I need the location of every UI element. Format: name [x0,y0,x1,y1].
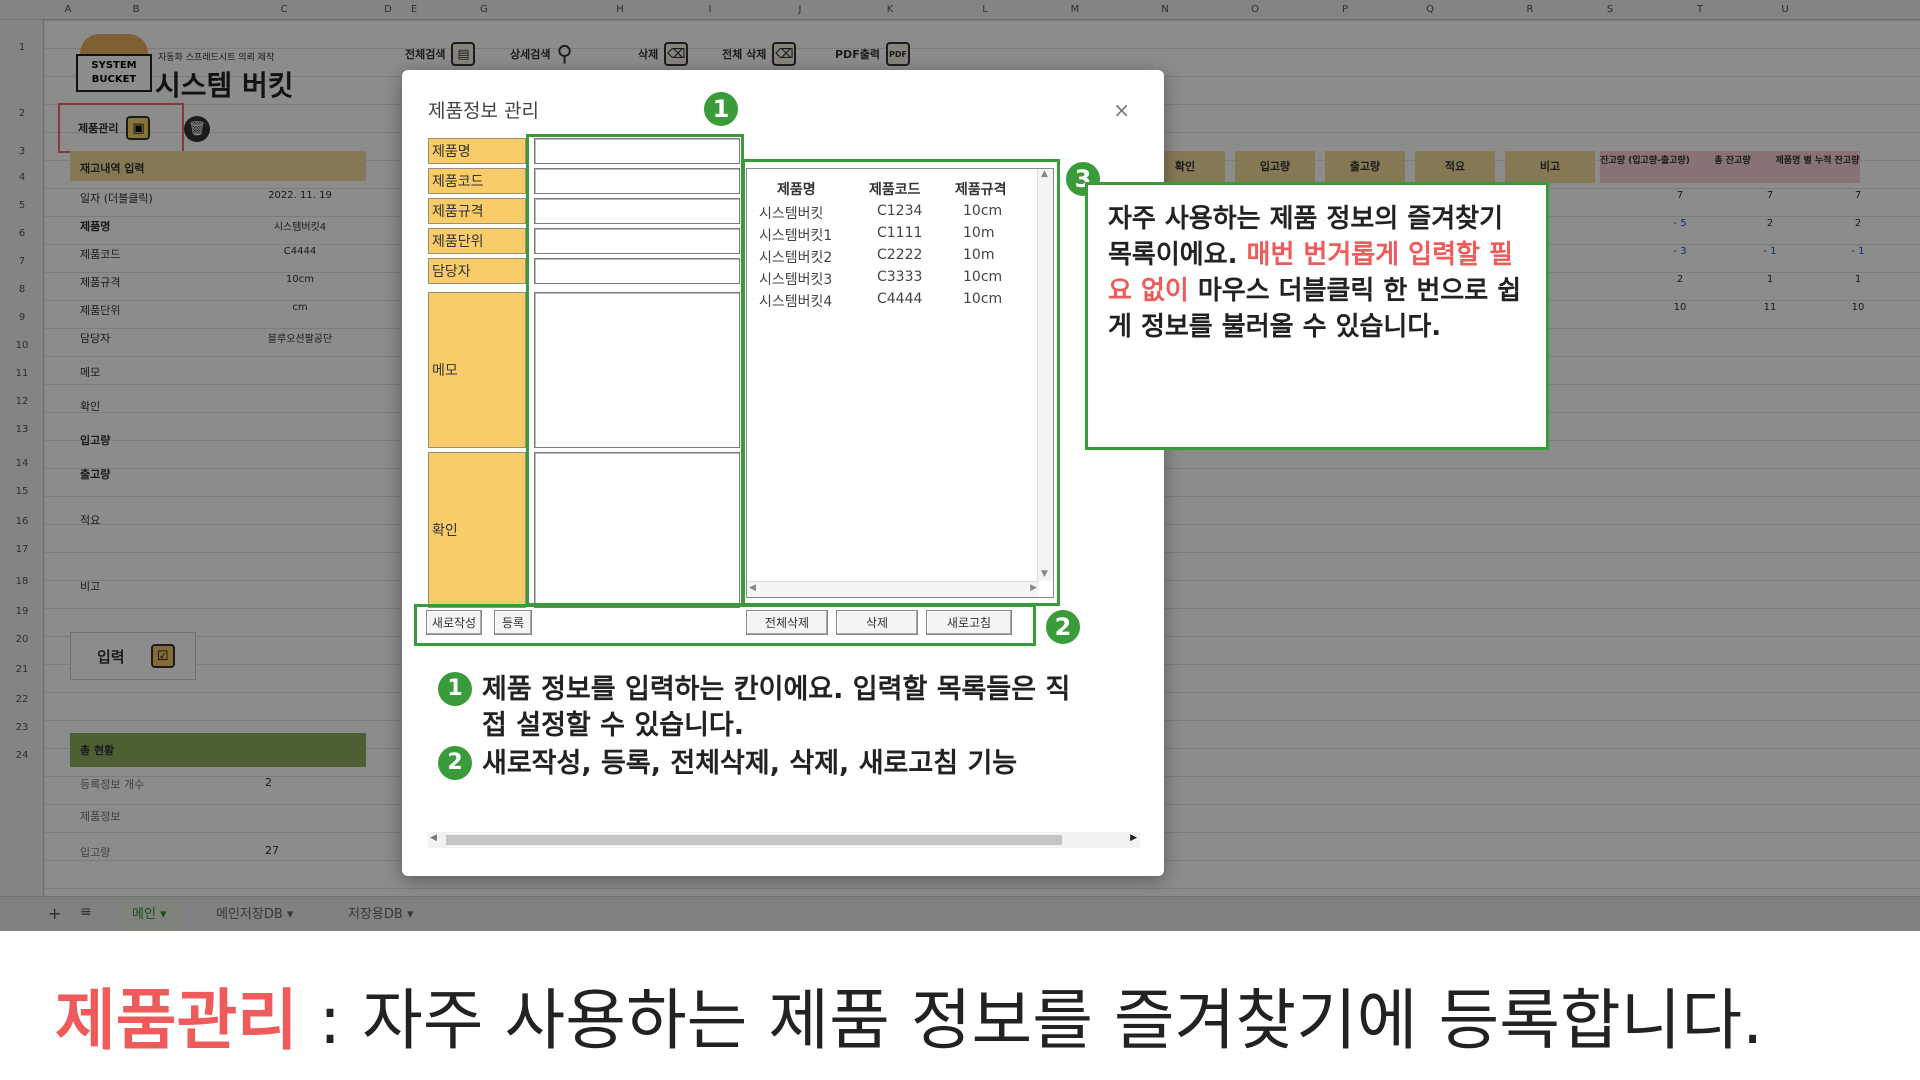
note-1-text: 제품 정보를 입력하는 칸이에요. 입력할 목록들은 직접 설정할 수 있습니다… [482,674,1071,741]
number-badge: 1 [702,90,740,128]
field-label: 제품규격 [428,198,526,224]
field-label: 제품코드 [428,168,526,194]
caption-area: 제품관리 : 자주 사용하는 제품 정보를 즐겨찾기에 등록합니다. [0,931,1920,1080]
number-badge: 1 [438,672,472,706]
note-2: 2 새로작성, 등록, 전체삭제, 삭제, 새로고침 기능 [438,746,1017,782]
spreadsheet-window: ABCDEGHIJKLMNOPQRSTU 1 2 3 4 5 6 7 8 9 10 11 12 13 14… [0,0,1920,931]
field-label: 메모 [428,292,526,448]
dialog-title: 제품정보 관리 [428,100,539,122]
dialog-horizontal-scrollbar[interactable]: ◀ ▶ [428,832,1140,848]
number-badge: 2 [438,746,472,780]
annotation-box-3 [742,159,1060,606]
annotation-box-2 [414,604,1036,646]
scroll-right-icon[interactable]: ▶ [1130,833,1137,843]
scrollbar-thumb[interactable] [446,835,1062,845]
field-label: 확인 [428,452,526,608]
callout-box: 자주 사용하는 제품 정보의 즐겨찾기 목록이에요. 매번 번거롭게 입력할 필… [1085,182,1549,450]
caption-highlight: 제품관리 [55,982,298,1059]
note-2-text: 새로작성, 등록, 전체삭제, 삭제, 새로고침 기능 [482,748,1018,779]
note-1: 1 제품 정보를 입력하는 칸이에요. 입력할 목록들은 직접 설정할 수 있습… [438,672,1082,744]
close-icon[interactable]: × [1113,98,1130,122]
field-label: 제품명 [428,138,526,164]
caption: 제품관리 : 자주 사용하는 제품 정보를 즐겨찾기에 등록합니다. [55,967,1763,1063]
field-label: 담당자 [428,258,526,284]
scroll-left-icon[interactable]: ◀ [430,833,437,843]
annotation-box-1 [526,134,744,606]
number-badge: 2 [1044,608,1082,646]
caption-text: : 자주 사용하는 제품 정보를 즐겨찾기에 등록합니다. [297,982,1764,1059]
field-label: 제품단위 [428,228,526,254]
